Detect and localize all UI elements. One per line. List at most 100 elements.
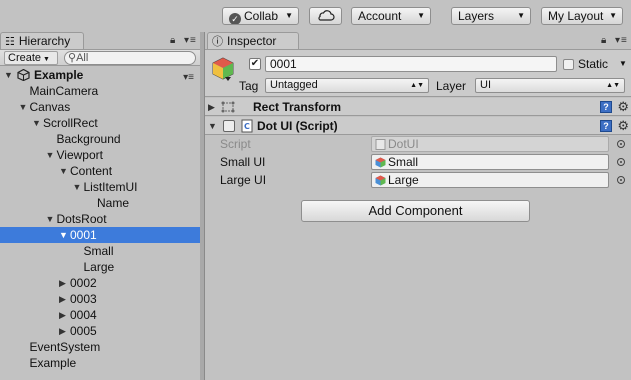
panel-menu-icon[interactable]: ▾≡ (184, 35, 197, 46)
tree-item[interactable]: ▼ DotsRoot (0, 211, 200, 227)
tab-hierarchy[interactable]: ☷ Hierarchy (0, 32, 84, 49)
layer-dropdown[interactable]: UI ▲▼ (475, 78, 625, 93)
tree-item-label: 0004 (70, 308, 97, 322)
small-ui-field-row: Small UI Small (205, 153, 631, 171)
lock-icon[interactable]: 🔒︎ (170, 35, 176, 46)
chevron-down-icon: ▲▼ (410, 82, 424, 89)
hierarchy-toolbar: Create ▼ ⚲All (0, 49, 200, 66)
collab-button[interactable]: ✓ Collab ▼ (222, 7, 299, 25)
cloud-button[interactable] (309, 7, 342, 25)
tree-items: MainCamera ▼ Canvas ▼ ScrollRect Background ▼ V… (0, 83, 200, 371)
chevron-down-icon: ▼ (285, 11, 293, 20)
tree-item[interactable]: EventSystem (0, 339, 200, 355)
add-component-button[interactable]: Add Component (301, 200, 530, 222)
static-dropdown-icon[interactable]: ▼ (619, 56, 627, 72)
tree-item[interactable]: ▼ ListItemUI (0, 179, 200, 195)
help-icon[interactable]: ? (600, 120, 612, 132)
expand-arrow-icon[interactable]: ▼ (4, 67, 13, 83)
lock-icon[interactable]: 🔒︎ (601, 35, 607, 46)
tree-item-label: Large (83, 260, 115, 274)
rect-transform-title: Rect Transform (253, 100, 342, 114)
create-button[interactable]: Create ▼ (4, 51, 58, 65)
tree-item[interactable]: Small (0, 243, 200, 259)
layers-dropdown[interactable]: Layers ▼ (451, 7, 531, 25)
collapse-arrow-icon[interactable]: ▶ (59, 307, 66, 323)
layer-value: UI (480, 79, 491, 91)
tab-inspector-label: Inspector (227, 34, 277, 48)
rect-transform-icon (221, 101, 235, 113)
rect-transform-header[interactable]: ▶ Rect Transform ? ⚙ (205, 98, 631, 116)
tree-item[interactable]: ▼ 0001 (0, 227, 200, 243)
tree-item[interactable]: ▶ 0004 (0, 307, 200, 323)
tag-value: Untagged (270, 79, 318, 91)
account-dropdown[interactable]: Account ▼ (351, 7, 431, 25)
expand-arrow-icon[interactable]: ▼ (46, 147, 55, 163)
help-icon[interactable]: ? (600, 101, 612, 113)
tree-item[interactable]: MainCamera (0, 83, 200, 99)
tree-item[interactable]: Name (0, 195, 200, 211)
tree-item[interactable]: ▶ 0003 (0, 291, 200, 307)
expand-arrow-icon[interactable]: ▼ (46, 211, 55, 227)
tree-item[interactable]: ▼ Viewport (0, 147, 200, 163)
object-picker-icon[interactable] (617, 176, 625, 184)
collapse-arrow-icon[interactable]: ▶ (59, 323, 66, 339)
active-checkbox[interactable]: ✔ (249, 58, 261, 70)
gear-icon[interactable]: ⚙ (617, 117, 629, 135)
expand-arrow-icon[interactable]: ▼ (208, 117, 217, 135)
chevron-down-icon: ▲▼ (606, 82, 620, 89)
collapse-arrow-icon[interactable]: ▶ (59, 275, 66, 291)
script-checkbox[interactable] (223, 120, 235, 132)
layout-dropdown[interactable]: My Layout ▼ (541, 7, 623, 25)
dot-ui-script-header[interactable]: ▼ C Dot UI (Script) ? ⚙ (205, 117, 631, 135)
expand-arrow-icon[interactable]: ▼ (59, 163, 68, 179)
expand-arrow-icon[interactable]: ▶ (208, 98, 215, 116)
tab-inspector[interactable]: ⓘ Inspector (207, 32, 299, 49)
script-field-label: Script (220, 137, 251, 151)
collapse-arrow-icon[interactable]: ▶ (59, 291, 66, 307)
search-input[interactable]: ⚲All (64, 51, 196, 65)
inspector-panel: ⓘ Inspector 🔒︎ ▾≡ ✔ 0001 Static ▼ Tag Unt… (204, 32, 631, 380)
chevron-down-icon: ▼ (43, 56, 50, 63)
create-label: Create (8, 52, 42, 64)
script-field-text: DotUI (388, 137, 419, 151)
large-ui-field-value[interactable]: Large (371, 172, 609, 188)
collab-label: Collab (244, 9, 279, 23)
tree-item[interactable]: Background (0, 131, 200, 147)
tag-dropdown[interactable]: Untagged ▲▼ (265, 78, 429, 93)
large-ui-field-text: Large (388, 173, 419, 187)
tree-item[interactable]: Large (0, 259, 200, 275)
tree-item[interactable]: ▼ ScrollRect (0, 115, 200, 131)
main-toolbar: ✓ Collab ▼ Account ▼ Layers ▼ My Layout ▼ (0, 0, 631, 32)
panel-menu-icon[interactable]: ▾≡ (615, 35, 628, 46)
gameobject-cube-icon[interactable] (211, 56, 235, 82)
search-icon: ⚲ (68, 52, 77, 64)
static-checkbox[interactable] (563, 59, 574, 70)
scene-root[interactable]: ▼ Example ▾≡ (0, 67, 200, 83)
tree-item-label: Name (97, 196, 130, 210)
expand-arrow-icon[interactable]: ▼ (32, 115, 41, 131)
small-ui-field-text: Small (388, 155, 419, 169)
tree-item-label: Viewport (56, 148, 103, 162)
object-picker-icon[interactable] (617, 158, 625, 166)
tree-item-label: ScrollRect (43, 116, 98, 130)
tree-item-label: Content (70, 164, 113, 178)
static-label: Static (578, 57, 609, 71)
layers-label: Layers (458, 9, 495, 23)
gear-icon[interactable]: ⚙ (617, 98, 629, 116)
account-label: Account (358, 9, 402, 23)
tree-item[interactable]: Example (0, 355, 200, 371)
tree-item[interactable]: ▶ 0005 (0, 323, 200, 339)
layer-label: Layer (436, 79, 467, 93)
small-ui-field-value[interactable]: Small (371, 154, 609, 170)
small-ui-field-label: Small UI (220, 155, 266, 169)
object-name-input[interactable]: 0001 (265, 56, 557, 72)
layout-label: My Layout (548, 9, 604, 23)
tree-item[interactable]: ▶ 0002 (0, 275, 200, 291)
expand-arrow-icon[interactable]: ▼ (73, 179, 82, 195)
hierarchy-panel: ☷ Hierarchy 🔒︎ ▾≡ Create ▼ ⚲All ▼ Example … (0, 32, 200, 380)
expand-arrow-icon[interactable]: ▼ (59, 227, 68, 243)
tree-item[interactable]: ▼ Content (0, 163, 200, 179)
tree-item[interactable]: ▼ Canvas (0, 99, 200, 115)
expand-arrow-icon[interactable]: ▼ (19, 99, 28, 115)
chevron-down-icon: ▼ (417, 11, 425, 20)
